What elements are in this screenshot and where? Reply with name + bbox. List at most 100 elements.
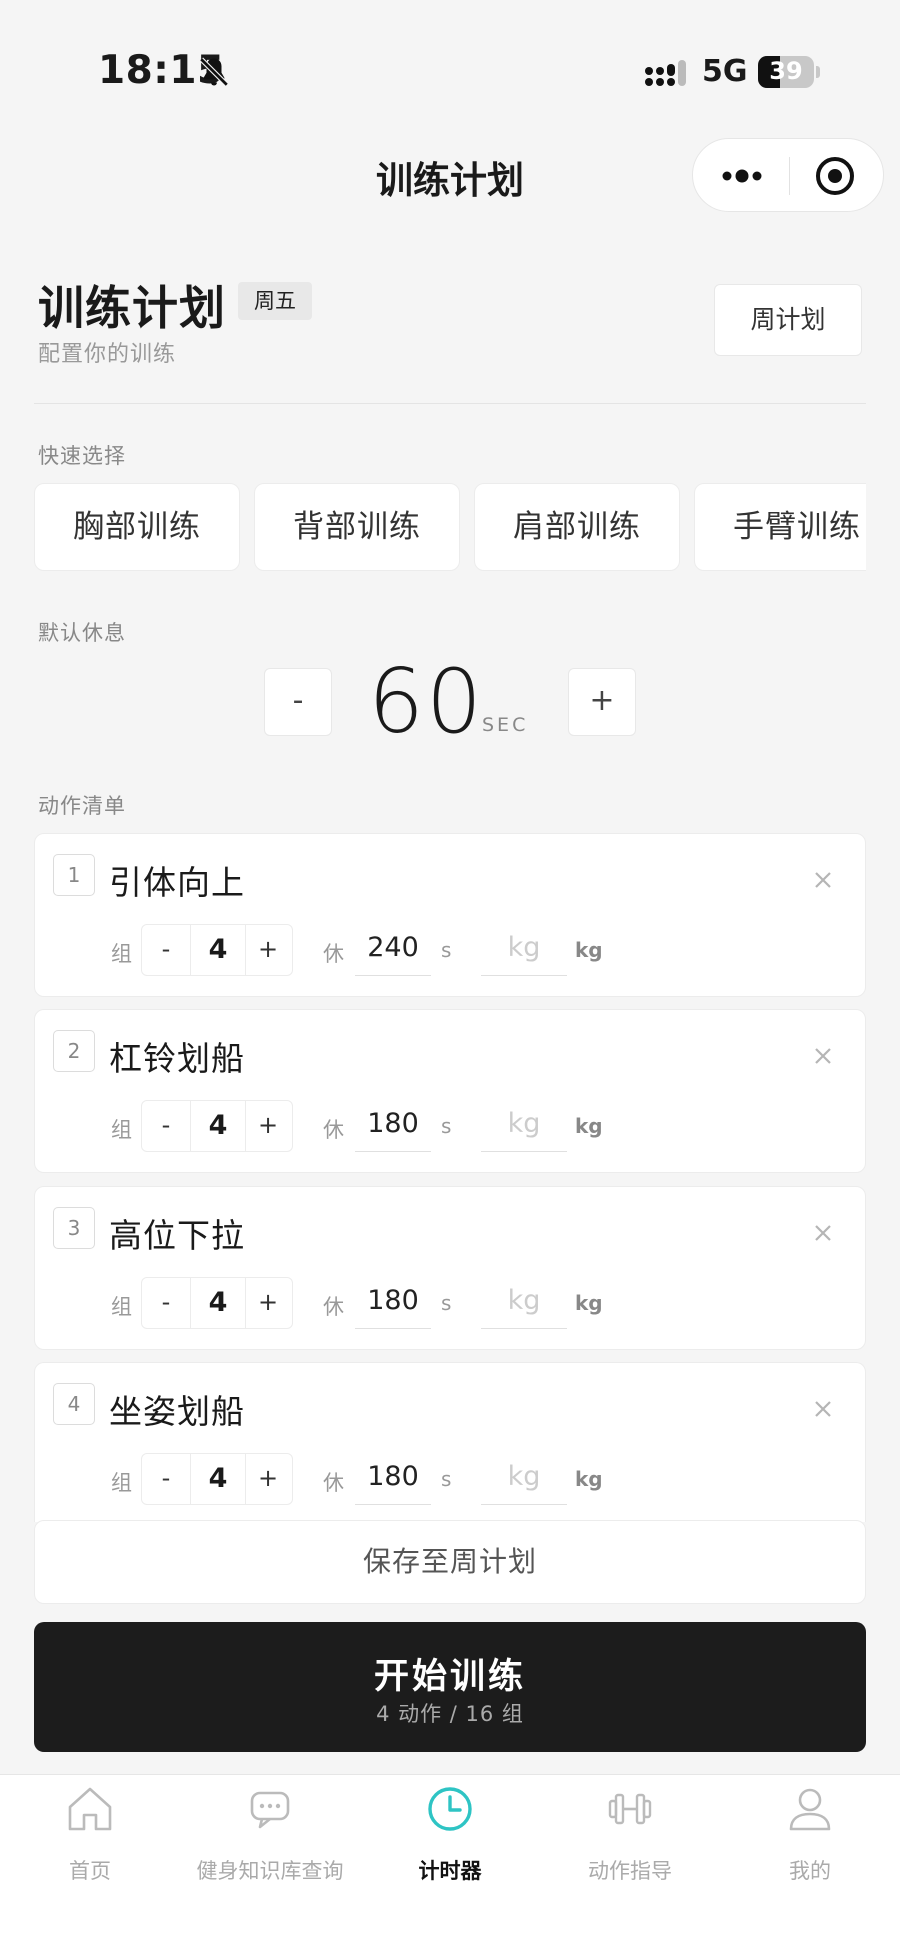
tab-label: 我的 bbox=[789, 1859, 831, 1883]
exercise-index: 1 bbox=[53, 854, 95, 896]
tab-timer[interactable]: 计时器 bbox=[360, 1775, 540, 1915]
sets-stepper: - 4 + bbox=[141, 1100, 293, 1152]
day-badge: 周五 bbox=[238, 282, 312, 320]
bell-muted-icon bbox=[199, 57, 229, 87]
chip-shoulder[interactable]: 肩部训练 bbox=[474, 483, 680, 571]
tab-label: 动作指导 bbox=[588, 1859, 672, 1883]
weight-input[interactable]: kg bbox=[481, 1098, 567, 1152]
rest-unit: SEC bbox=[482, 714, 529, 736]
training-summary: 4 动作 / 16 组 bbox=[376, 1702, 524, 1726]
rest-unit-label: s bbox=[441, 938, 452, 962]
dumbbell-icon bbox=[608, 1793, 652, 1825]
weight-input[interactable]: kg bbox=[481, 1451, 567, 1505]
exercise-card: 1 引体向上 组 - 4 + 休 240 s kg kg bbox=[34, 833, 866, 997]
sets-value[interactable]: 4 bbox=[190, 1454, 246, 1504]
exercise-name: 引体向上 bbox=[109, 863, 245, 902]
sets-label: 组 bbox=[111, 1118, 132, 1142]
default-rest-label: 默认休息 bbox=[38, 621, 126, 645]
exercise-card: 3 高位下拉 组 - 4 + 休 180 s kg kg bbox=[34, 1186, 866, 1350]
start-training-button[interactable]: 开始训练 4 动作 / 16 组 bbox=[34, 1622, 866, 1752]
tab-label: 计时器 bbox=[418, 1859, 482, 1883]
exercise-name: 杠铃划船 bbox=[109, 1039, 245, 1078]
signal-icon bbox=[645, 60, 686, 86]
sets-stepper: - 4 + bbox=[141, 924, 293, 976]
tab-home[interactable]: 首页 bbox=[0, 1775, 180, 1915]
rest-value: 60 bbox=[368, 650, 484, 753]
sets-plus-button[interactable]: + bbox=[244, 1278, 292, 1328]
quick-select-chips: 胸部训练 背部训练 肩部训练 手臂训练 bbox=[34, 483, 866, 571]
close-icon[interactable] bbox=[813, 1223, 833, 1243]
weight-unit-label: kg bbox=[575, 1291, 603, 1315]
tab-guidance[interactable]: 动作指导 bbox=[540, 1775, 720, 1915]
exercise-index: 2 bbox=[53, 1030, 95, 1072]
sets-value[interactable]: 4 bbox=[190, 1278, 246, 1328]
chip-back[interactable]: 背部训练 bbox=[254, 483, 460, 571]
sets-label: 组 bbox=[111, 1471, 132, 1495]
sets-label: 组 bbox=[111, 942, 132, 966]
exercise-name: 坐姿划船 bbox=[109, 1392, 245, 1431]
sets-minus-button[interactable]: - bbox=[142, 1454, 190, 1504]
tab-label: 健身知识库查询 bbox=[196, 1859, 344, 1883]
quick-select-label: 快速选择 bbox=[38, 444, 126, 468]
page-title: 训练计划 bbox=[38, 281, 226, 335]
user-icon bbox=[789, 1788, 831, 1831]
week-plan-button[interactable]: 周计划 bbox=[714, 284, 862, 356]
save-to-week-plan-button[interactable]: 保存至周计划 bbox=[34, 1520, 866, 1604]
tab-bar: 首页 健身知识库查询 计时器 动作指导 我的 bbox=[0, 1774, 900, 1957]
exercise-index: 4 bbox=[53, 1383, 95, 1425]
weight-unit-label: kg bbox=[575, 1114, 603, 1138]
rest-plus-button[interactable]: + bbox=[568, 668, 636, 736]
home-icon bbox=[68, 1787, 112, 1831]
tab-profile[interactable]: 我的 bbox=[720, 1775, 900, 1915]
sets-minus-button[interactable]: - bbox=[142, 925, 190, 975]
network-type: 5G bbox=[702, 54, 748, 89]
sets-stepper: - 4 + bbox=[141, 1453, 293, 1505]
weight-input[interactable]: kg bbox=[481, 922, 567, 976]
sets-minus-button[interactable]: - bbox=[142, 1101, 190, 1151]
clock-icon bbox=[428, 1787, 472, 1831]
battery-icon: 39 bbox=[758, 56, 820, 88]
exercise-index: 3 bbox=[53, 1207, 95, 1249]
battery-percent: 39 bbox=[769, 57, 803, 85]
rest-input[interactable]: 180 bbox=[355, 1275, 431, 1329]
close-icon[interactable] bbox=[813, 870, 833, 890]
exercise-card: 4 坐姿划船 组 - 4 + 休 180 s kg kg bbox=[34, 1362, 866, 1522]
page-subtitle: 配置你的训练 bbox=[38, 342, 177, 367]
rest-label: 休 bbox=[323, 1118, 344, 1142]
sets-plus-button[interactable]: + bbox=[244, 1101, 292, 1151]
sets-minus-button[interactable]: - bbox=[142, 1278, 190, 1328]
exercise-card: 2 杠铃划船 组 - 4 + 休 180 s kg kg bbox=[34, 1009, 866, 1173]
tab-knowledge[interactable]: 健身知识库查询 bbox=[180, 1775, 360, 1915]
exercise-name: 高位下拉 bbox=[109, 1216, 245, 1255]
sets-plus-button[interactable]: + bbox=[244, 925, 292, 975]
mini-program-capsule bbox=[692, 138, 884, 212]
sets-stepper: - 4 + bbox=[141, 1277, 293, 1329]
divider bbox=[34, 403, 866, 404]
weight-unit-label: kg bbox=[575, 938, 603, 962]
weight-unit-label: kg bbox=[575, 1467, 603, 1491]
close-icon[interactable] bbox=[813, 1046, 833, 1066]
status-bar: 18:15 5G 39 bbox=[0, 0, 900, 110]
sets-value[interactable]: 4 bbox=[190, 1101, 246, 1151]
chat-icon bbox=[250, 1791, 290, 1829]
rest-input[interactable]: 240 bbox=[355, 922, 431, 976]
weight-input[interactable]: kg bbox=[481, 1275, 567, 1329]
chip-arm[interactable]: 手臂训练 bbox=[694, 483, 866, 571]
start-training-label: 开始训练 bbox=[373, 1657, 526, 1697]
sets-label: 组 bbox=[111, 1295, 132, 1319]
chip-chest[interactable]: 胸部训练 bbox=[34, 483, 240, 571]
exercise-list-label: 动作清单 bbox=[38, 794, 126, 818]
rest-input[interactable]: 180 bbox=[355, 1098, 431, 1152]
close-miniprogram-icon[interactable] bbox=[815, 156, 855, 196]
rest-label: 休 bbox=[323, 1471, 344, 1495]
rest-input[interactable]: 180 bbox=[355, 1451, 431, 1505]
rest-minus-button[interactable]: - bbox=[264, 668, 332, 736]
rest-unit-label: s bbox=[441, 1291, 452, 1315]
rest-label: 休 bbox=[323, 1295, 344, 1319]
sets-value[interactable]: 4 bbox=[190, 925, 246, 975]
more-icon[interactable] bbox=[719, 159, 765, 193]
rest-unit-label: s bbox=[441, 1114, 452, 1138]
sets-plus-button[interactable]: + bbox=[244, 1454, 292, 1504]
rest-unit-label: s bbox=[441, 1467, 452, 1491]
close-icon[interactable] bbox=[813, 1399, 833, 1419]
